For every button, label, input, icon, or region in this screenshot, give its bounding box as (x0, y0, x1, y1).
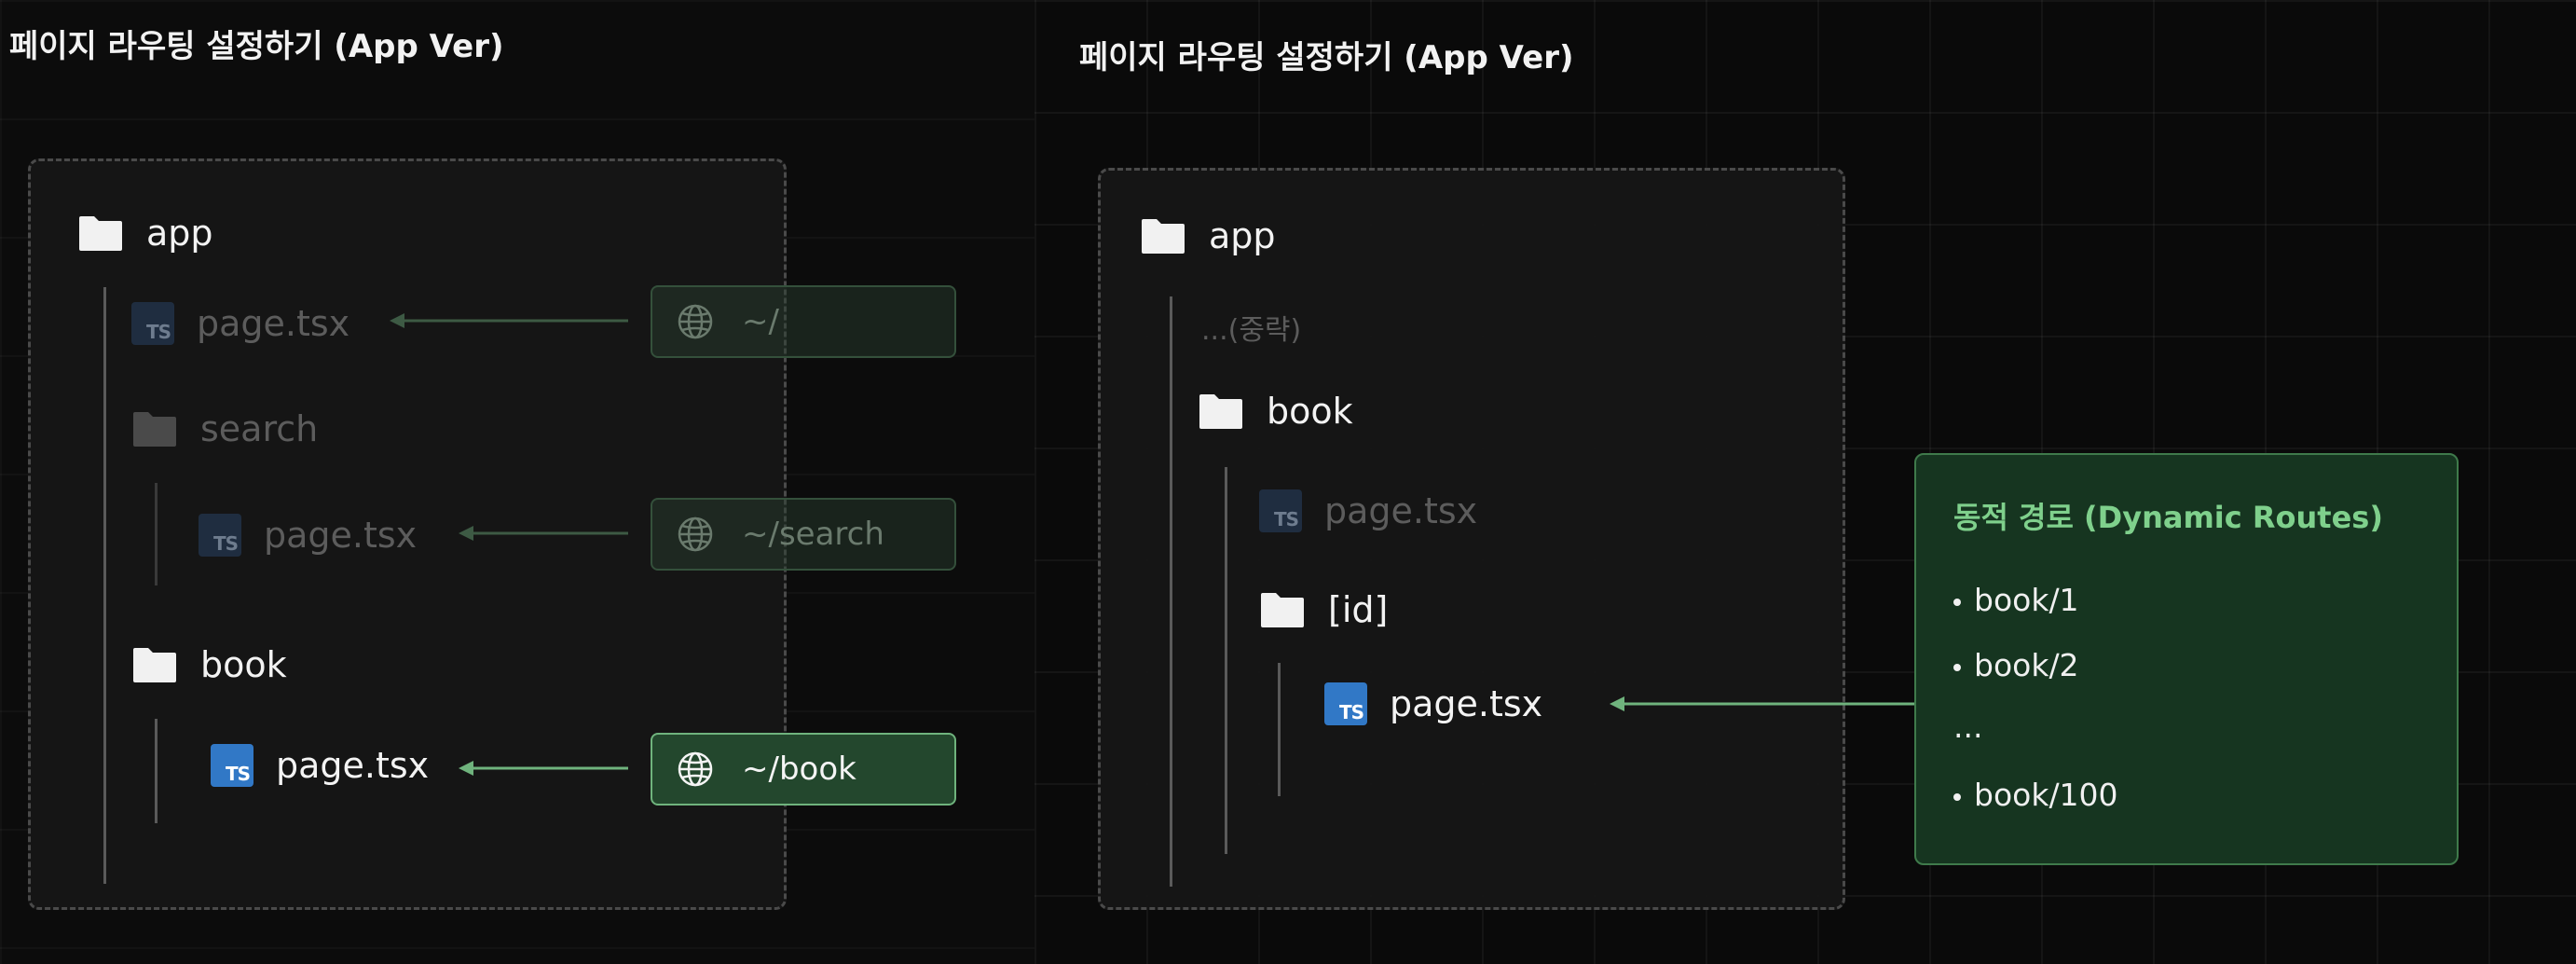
tree-label: page.tsx (1324, 490, 1478, 531)
tree-item-book[interactable]: book (131, 641, 287, 688)
tree-item-app[interactable]: app (1140, 213, 1276, 259)
tree-label: page.tsx (197, 303, 350, 344)
folder-icon (133, 648, 176, 682)
left-slide: 페이지 라우팅 설정하기 (App Ver) app TS page.tsx s… (0, 0, 1035, 964)
tree-item-book-page[interactable]: TS page.tsx (1259, 488, 1477, 534)
globe-icon (678, 516, 713, 552)
typescript-file-icon: TS (1324, 682, 1367, 725)
slide-title: 페이지 라우팅 설정하기 (App Ver) (1079, 39, 1574, 76)
typescript-file-icon: TS (1259, 489, 1302, 532)
folder-icon (1199, 394, 1242, 429)
arrow-left-icon (459, 761, 628, 776)
folder-icon (1261, 593, 1304, 627)
tree-label: app (146, 213, 213, 254)
info-item: book/2 (1953, 647, 2079, 683)
tree-label: book (1267, 391, 1353, 432)
folder-icon (133, 412, 176, 447)
tree-label: book (200, 644, 287, 685)
tree-label: [id] (1328, 589, 1389, 630)
info-item: book/100 (1953, 777, 2118, 813)
arrow-left-icon (390, 313, 628, 328)
tree-line-book (1225, 467, 1227, 854)
folder-icon (1142, 219, 1185, 254)
typescript-file-icon: TS (211, 744, 253, 787)
slide-title: 페이지 라우팅 설정하기 (App Ver) (9, 28, 504, 65)
globe-icon (678, 751, 713, 787)
file-tree-panel: app ...(중략) book TS page.tsx [id] TS pag… (1098, 168, 1845, 910)
folder-icon (79, 216, 122, 251)
tree-line-app (1170, 296, 1172, 887)
route-label: ~/book (742, 751, 856, 788)
right-slide: 페이지 라우팅 설정하기 (App Ver) app ...(중략) book … (1035, 0, 2576, 964)
route-label: ~/search (742, 516, 884, 553)
tree-item-book-page[interactable]: TS page.tsx (211, 742, 429, 789)
dynamic-routes-box: 동적 경로 (Dynamic Routes) book/1 book/2 ...… (1914, 453, 2459, 865)
tree-label: page.tsx (276, 745, 430, 786)
tree-item-root-page[interactable]: TS page.tsx (131, 300, 349, 347)
tree-label: page.tsx (264, 515, 418, 556)
tree-label: page.tsx (1390, 683, 1543, 724)
typescript-file-icon: TS (199, 514, 241, 557)
tree-item-id-page[interactable]: TS page.tsx (1324, 681, 1542, 727)
globe-icon (678, 304, 713, 339)
tree-label: search (200, 408, 319, 449)
route-book[interactable]: ~/book (651, 733, 956, 806)
tree-item-app[interactable]: app (77, 210, 213, 256)
typescript-file-icon: TS (131, 302, 174, 345)
tree-item-omitted: ...(중략) (1201, 307, 1301, 348)
tree-line-search (155, 483, 158, 585)
route-search[interactable]: ~/search (651, 498, 956, 571)
tree-item-book[interactable]: book (1198, 388, 1353, 434)
tree-line-app (103, 287, 106, 884)
tree-line-book (155, 719, 158, 823)
info-title: 동적 경로 (Dynamic Routes) (1953, 500, 2383, 535)
tree-label: app (1209, 215, 1276, 256)
route-root[interactable]: ~/ (651, 285, 956, 358)
tree-line-id (1278, 663, 1281, 796)
info-item-ellipsis: ... (1953, 709, 1983, 745)
info-item: book/1 (1953, 582, 2079, 618)
tree-item-search[interactable]: search (131, 406, 318, 452)
tree-item-search-page[interactable]: TS page.tsx (199, 512, 417, 558)
route-label: ~/ (742, 303, 779, 340)
tree-item-id-folder[interactable]: [id] (1259, 586, 1388, 633)
tree-label: ...(중략) (1201, 314, 1302, 347)
arrow-left-icon (459, 526, 628, 541)
